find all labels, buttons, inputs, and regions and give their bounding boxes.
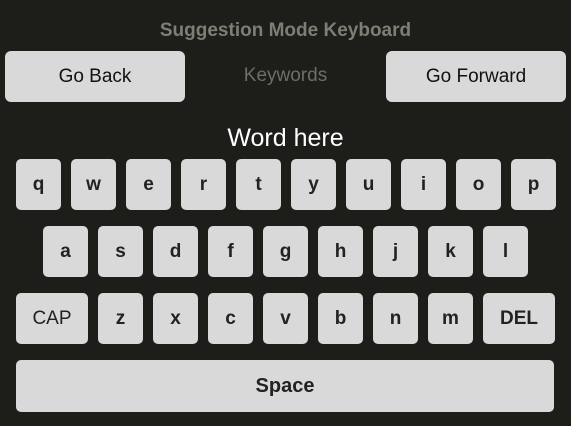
key-d[interactable]: d	[153, 226, 198, 277]
key-p[interactable]: p	[511, 159, 556, 210]
key-u[interactable]: u	[346, 159, 391, 210]
key-c[interactable]: c	[208, 293, 253, 344]
key-x[interactable]: x	[153, 293, 198, 344]
caps-key[interactable]: CAP	[16, 293, 88, 344]
key-i[interactable]: i	[401, 159, 446, 210]
key-n[interactable]: n	[373, 293, 418, 344]
go-back-button[interactable]: Go Back	[5, 51, 185, 102]
key-e[interactable]: e	[126, 159, 171, 210]
space-key[interactable]: Space	[16, 360, 554, 412]
key-j[interactable]: j	[373, 226, 418, 277]
key-g[interactable]: g	[263, 226, 308, 277]
key-o[interactable]: o	[456, 159, 501, 210]
go-forward-button[interactable]: Go Forward	[386, 51, 566, 102]
key-s[interactable]: s	[98, 226, 143, 277]
key-m[interactable]: m	[428, 293, 473, 344]
key-t[interactable]: t	[236, 159, 281, 210]
delete-key[interactable]: DEL	[483, 293, 555, 344]
key-w[interactable]: w	[71, 159, 116, 210]
key-h[interactable]: h	[318, 226, 363, 277]
key-a[interactable]: a	[43, 226, 88, 277]
word-display: Word here	[227, 124, 344, 152]
keywords-label: Keywords	[243, 65, 328, 86]
key-q[interactable]: q	[16, 159, 61, 210]
keyboard-row-1: q w e r t y u i o p	[16, 159, 556, 210]
key-z[interactable]: z	[98, 293, 143, 344]
key-r[interactable]: r	[181, 159, 226, 210]
keyboard-row-3: CAP z x c v b n m DEL	[16, 293, 555, 344]
key-f[interactable]: f	[208, 226, 253, 277]
key-b[interactable]: b	[318, 293, 363, 344]
key-v[interactable]: v	[263, 293, 308, 344]
key-l[interactable]: l	[483, 226, 528, 277]
key-y[interactable]: y	[291, 159, 336, 210]
page-title: Suggestion Mode Keyboard	[159, 20, 412, 41]
keyboard-row-2: a s d f g h j k l	[43, 226, 528, 277]
key-k[interactable]: k	[428, 226, 473, 277]
